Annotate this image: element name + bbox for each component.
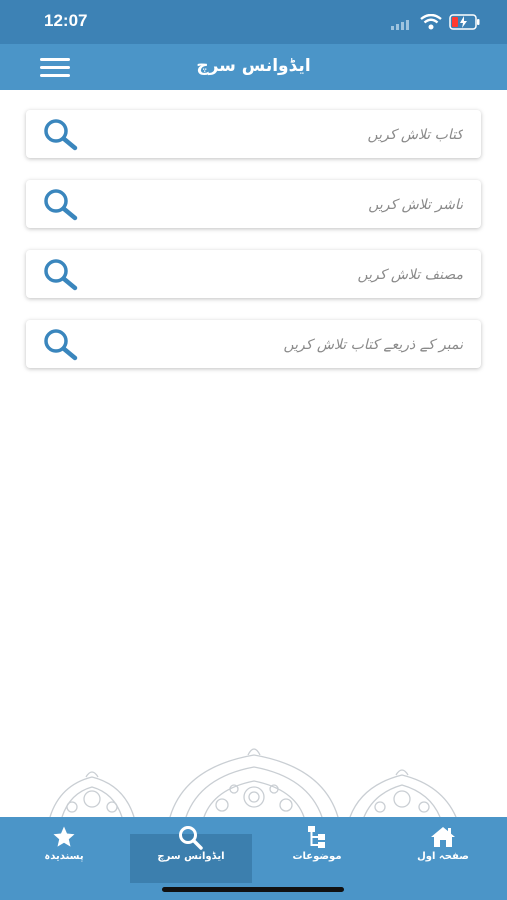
search-icon	[179, 826, 203, 850]
search-icon[interactable]	[42, 258, 82, 292]
tab-home[interactable]: صفحہ اول	[382, 817, 504, 885]
status-time: 12:07	[44, 11, 88, 30]
decorative-ornament	[49, 748, 457, 817]
publisher-search-field[interactable]	[26, 180, 481, 228]
tab-advanced-search[interactable]: ایڈوانس سرچ	[130, 826, 252, 883]
tab-topics[interactable]: موضوعات	[256, 817, 378, 885]
book-search-field[interactable]	[26, 110, 481, 158]
search-icon[interactable]	[42, 118, 82, 152]
star-icon	[53, 826, 75, 847]
tab-label: صفحہ اول	[417, 851, 469, 862]
cellular-signal-icon	[391, 20, 409, 30]
tab-label: موضوعات	[292, 851, 342, 862]
home-indicator[interactable]	[162, 887, 344, 892]
bottom-tab-bar: پسندیدہ ایڈوانس سرچ موضوعات صفحہ اول	[0, 817, 507, 900]
publisher-search-input[interactable]	[98, 189, 465, 221]
search-icon[interactable]	[42, 188, 82, 222]
tab-favorites[interactable]: پسندیدہ	[3, 817, 125, 885]
nav-bar: ایڈوانس سرچ	[0, 44, 507, 90]
wifi-icon	[420, 14, 442, 30]
search-icon[interactable]	[42, 328, 82, 362]
sitemap-icon	[308, 826, 325, 848]
author-search-input[interactable]	[98, 259, 465, 291]
book-search-input[interactable]	[98, 119, 465, 151]
page-title: ایڈوانس سرچ	[196, 56, 311, 76]
number-search-input[interactable]	[98, 329, 465, 361]
author-search-field[interactable]	[26, 250, 481, 298]
tab-label: پسندیدہ	[44, 851, 84, 862]
home-icon	[431, 827, 455, 847]
battery-charging-icon	[449, 14, 480, 30]
status-bar: 12:07	[0, 0, 507, 44]
number-search-field[interactable]	[26, 320, 481, 368]
tab-label: ایڈوانس سرچ	[157, 851, 225, 862]
